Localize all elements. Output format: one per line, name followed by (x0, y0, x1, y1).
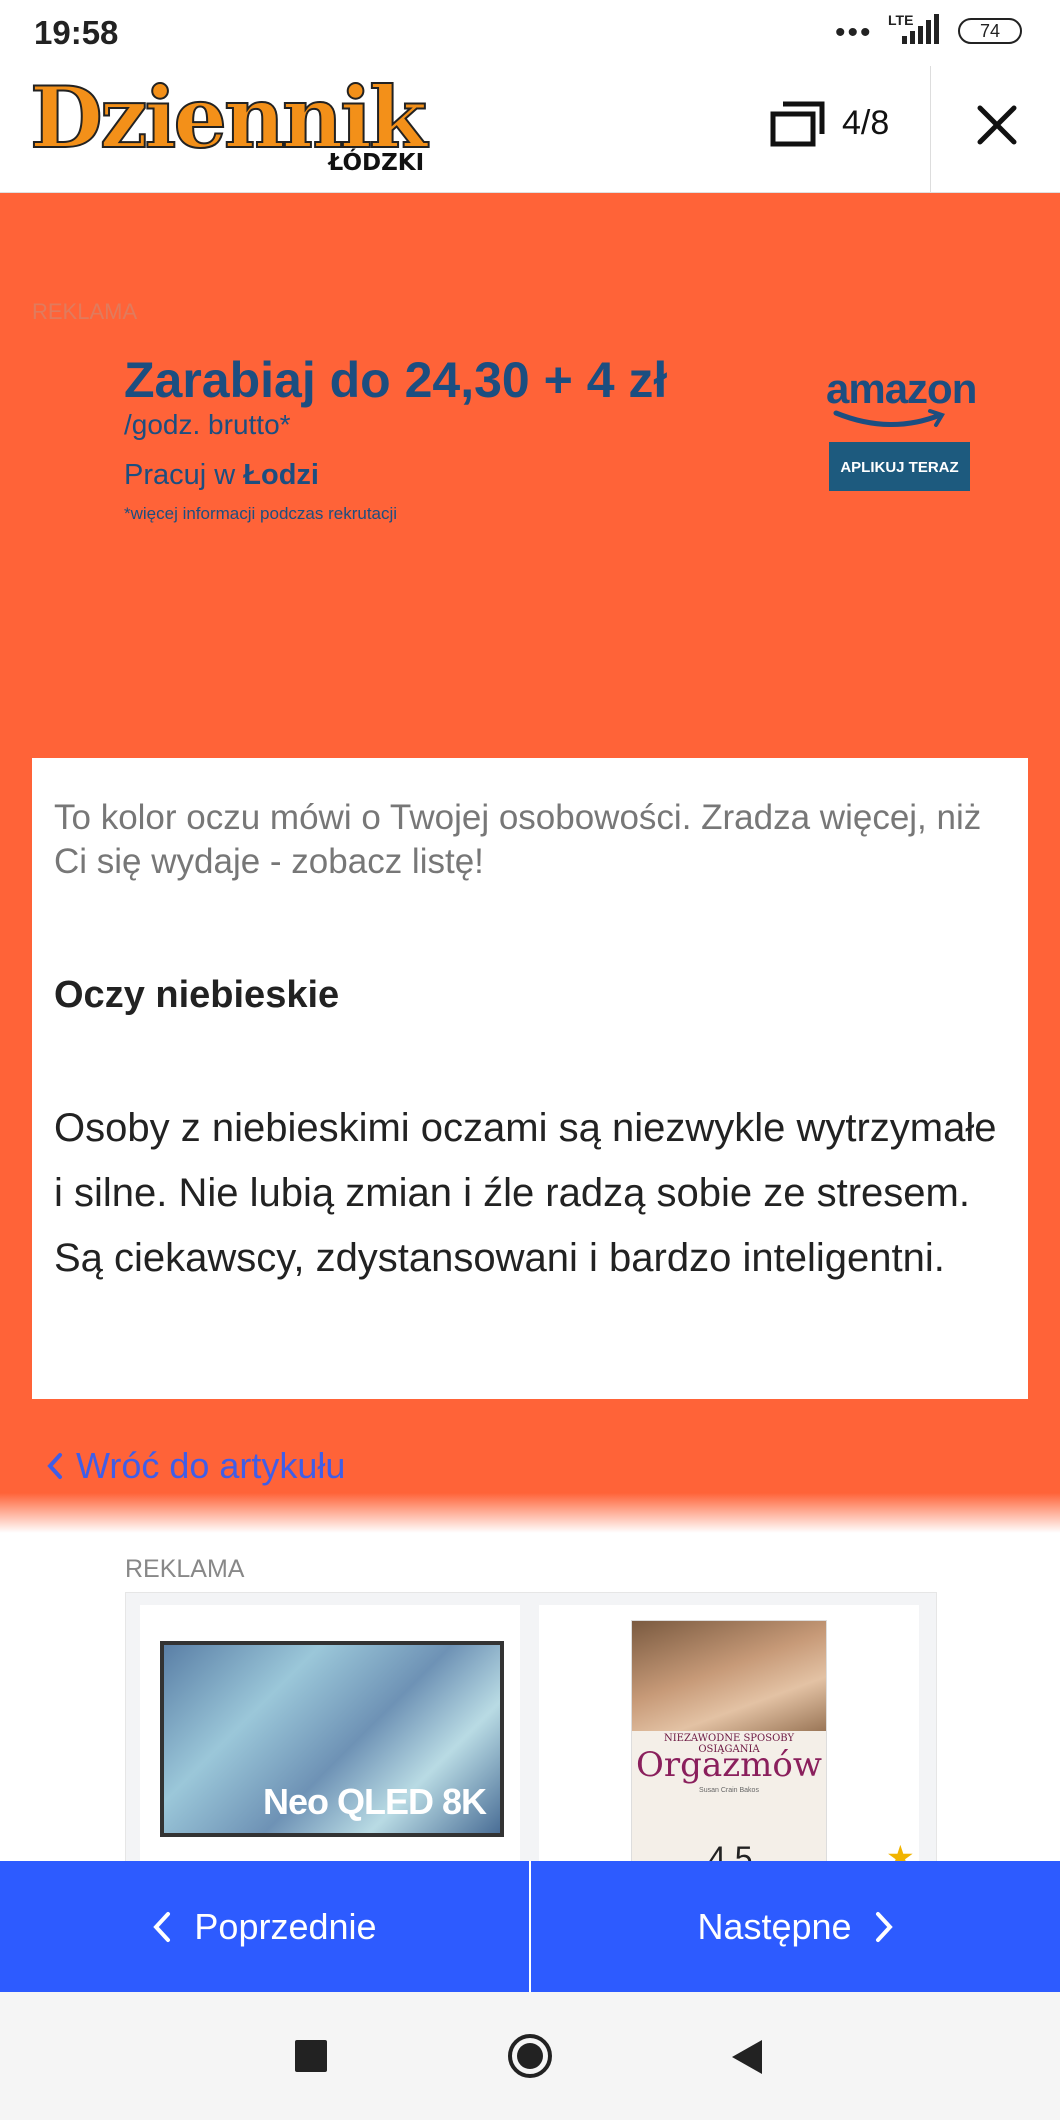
apply-now-button[interactable]: APLIKUJ TERAZ (829, 442, 970, 491)
battery-level: 74 (979, 21, 1001, 41)
back-to-article-link[interactable]: Wróć do artykułu (44, 1445, 345, 1487)
chevron-right-icon (875, 1911, 893, 1942)
next-button[interactable]: Następne (531, 1861, 1060, 1992)
chevron-left-icon (47, 1453, 62, 1479)
gallery-content: REKLAMA Zarabiaj do 24,30 + 4 zł /godz. … (0, 193, 1060, 1533)
ad-headline: Zarabiaj do 24,30 + 4 zł (124, 352, 668, 408)
book-photo (632, 1621, 826, 1731)
site-logo[interactable]: Dziennik ŁÓDZKI (29, 71, 428, 177)
header-divider (930, 66, 931, 192)
ad-city-line: Pracuj w Łodzi (124, 459, 319, 492)
app-header: Dziennik ŁÓDZKI 4/8 (0, 66, 1060, 193)
article-title: To kolor oczu mówi o Twojej osobowości. … (54, 798, 982, 881)
previous-label: Poprzednie (194, 1905, 377, 1947)
back-link-label: Wróć do artykułu (76, 1445, 346, 1486)
book-title: Orgazmów (636, 1745, 822, 1785)
products-ad-label: REKLAMA (125, 1555, 245, 1583)
ad-label: REKLAMA (32, 299, 138, 324)
logo-subtitle: ŁÓDZKI (328, 150, 425, 176)
battery-icon: 74 (958, 18, 1022, 44)
gallery-nav: Poprzednie Następne (0, 1861, 1060, 1992)
product-card-tv[interactable]: Neo QLED 8K (140, 1605, 520, 1863)
signal-icon (902, 14, 939, 44)
amazon-logo: amazon (826, 365, 977, 412)
tv-label: Neo QLED 8K (262, 1781, 487, 1822)
ad-note: *więcej informacji podczas rekrutacji (124, 504, 398, 523)
status-time: 19:58 (34, 14, 119, 51)
more-dots-icon: ••• (835, 16, 873, 49)
previous-button[interactable]: Poprzednie (0, 1861, 529, 1992)
home-icon[interactable] (506, 2032, 554, 2080)
ad-city-prefix: Pracuj w (124, 459, 244, 491)
slide-body: Osoby z niebieskimi oczami są niezwykle … (54, 1106, 997, 1280)
gallery-icon (770, 101, 825, 147)
next-label: Następne (697, 1905, 852, 1947)
recents-icon[interactable] (295, 2040, 327, 2072)
back-icon[interactable] (730, 2038, 764, 2076)
ad-subline: /godz. brutto* (124, 409, 291, 440)
chevron-left-icon (153, 1911, 171, 1942)
status-bar: 19:58 ••• LTE 74 (0, 0, 1060, 66)
slide-heading: Oczy niebieskie (54, 974, 340, 1016)
product-ads: Neo QLED 8K NIEZAWODNE SPOSOBY OSIĄGANIA… (125, 1592, 937, 1865)
ad-city: Łodzi (243, 459, 319, 491)
close-icon[interactable] (970, 98, 1024, 152)
amazon-smile-icon (833, 409, 945, 428)
gallery-counter: 4/8 (842, 104, 890, 142)
product-card-book[interactable]: NIEZAWODNE SPOSOBY OSIĄGANIA Orgazmów Su… (539, 1605, 919, 1865)
section-fade (0, 1493, 1060, 1533)
book-author: Susan Crain Bakos (699, 1787, 759, 1794)
article-card: To kolor oczu mówi o Twojej osobowości. … (32, 758, 1028, 1399)
tv-image: Neo QLED 8K (160, 1641, 504, 1837)
book-cover-image: NIEZAWODNE SPOSOBY OSIĄGANIA Orgazmów Su… (631, 1620, 827, 1865)
